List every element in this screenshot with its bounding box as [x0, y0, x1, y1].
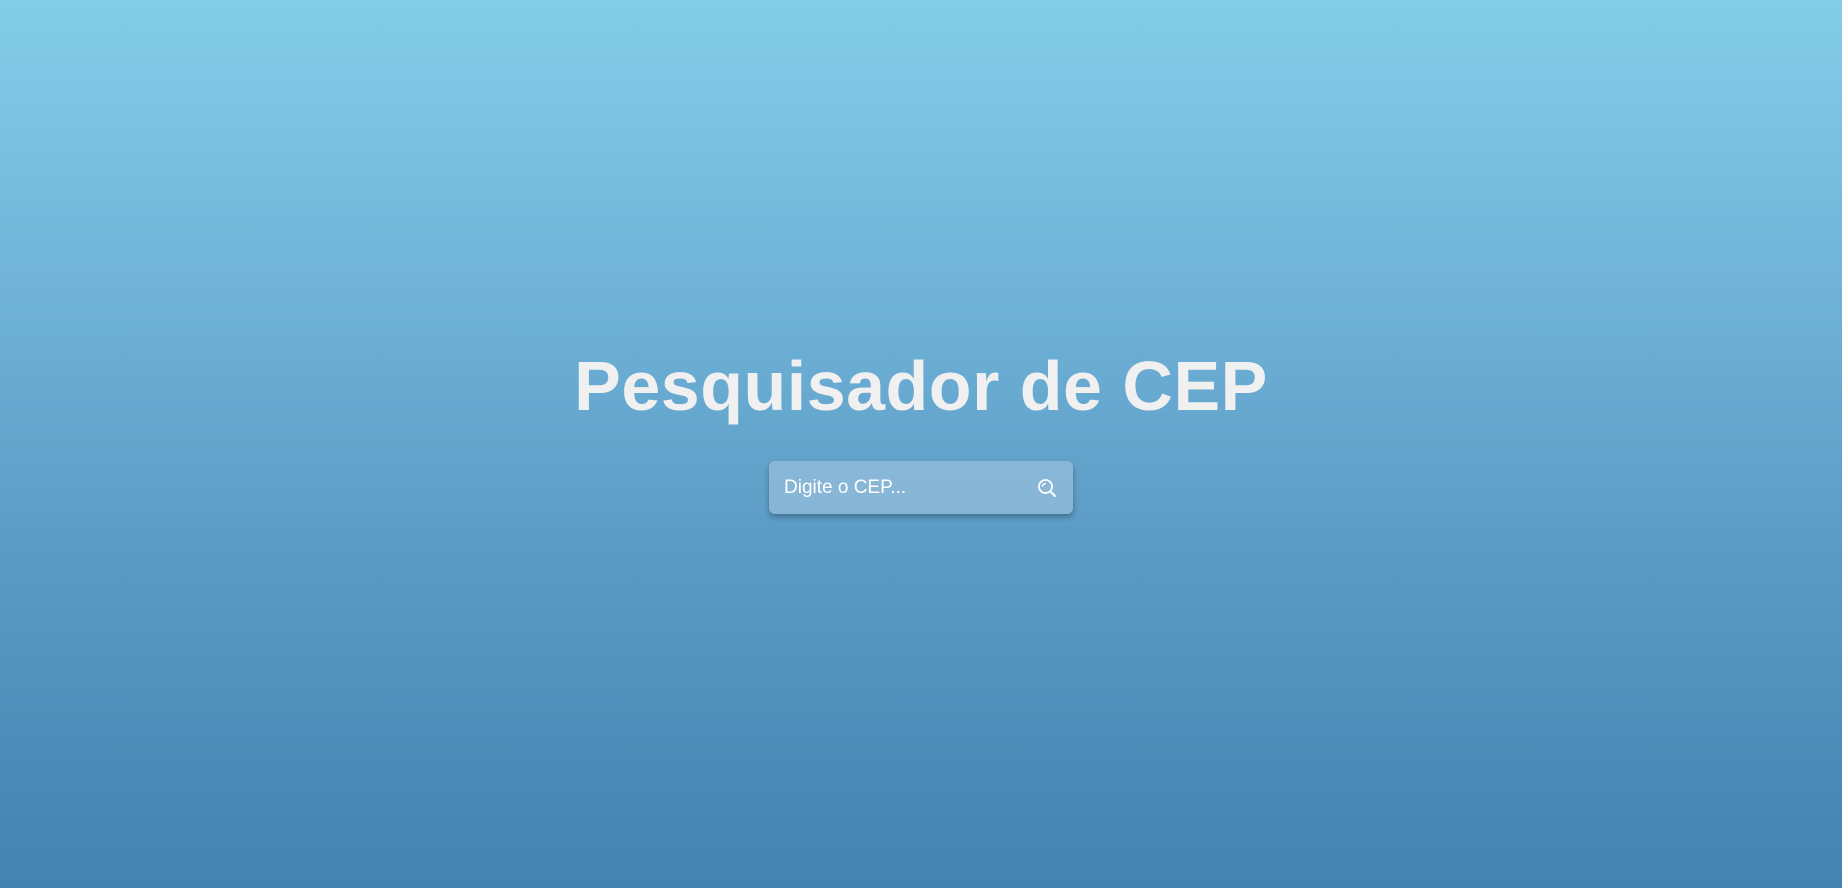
- search-button[interactable]: [1035, 476, 1059, 500]
- search-box: [769, 461, 1073, 514]
- main-container: Pesquisador de CEP: [0, 346, 1842, 514]
- page-title: Pesquisador de CEP: [574, 347, 1268, 425]
- search-icon: [1038, 478, 1056, 497]
- cep-search-input[interactable]: [784, 476, 1035, 499]
